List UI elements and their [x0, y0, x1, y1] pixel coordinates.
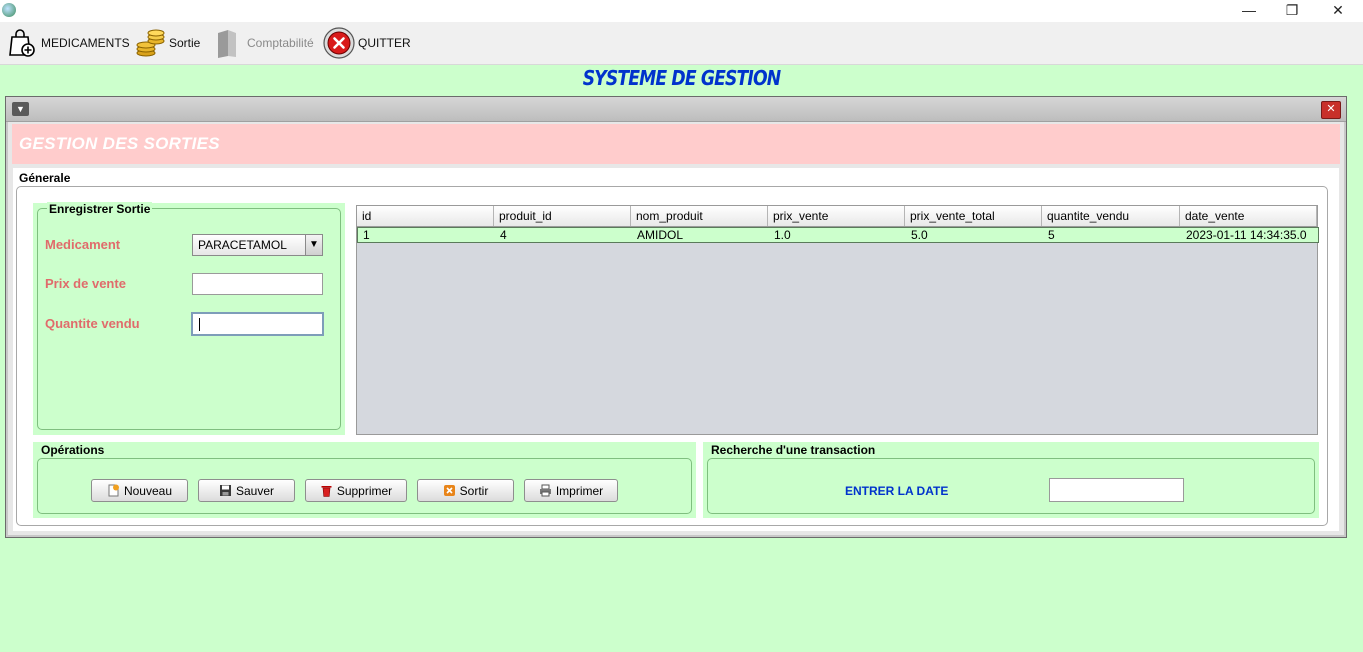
- operations-legend: Opérations: [41, 443, 105, 457]
- supprimer-label: Supprimer: [336, 483, 393, 498]
- column-header-prix-vente-total[interactable]: prix_vente_total: [905, 206, 1042, 226]
- table-cell: 2023-01-11 14:34:35.0: [1186, 228, 1307, 242]
- entry-form-panel: Enregistrer Sortie Medicament PARACETAMO…: [33, 202, 345, 435]
- toolbar-comptabilite-label: Comptabilité: [247, 36, 314, 50]
- table-header: id produit_id nom_produit prix_vente prix_ve…: [357, 206, 1317, 227]
- quantite-input[interactable]: [191, 312, 324, 336]
- table-cell: 1.0: [774, 228, 791, 242]
- table-cell: 5.0: [911, 228, 928, 242]
- sauver-button[interactable]: Sauver: [198, 479, 295, 502]
- new-icon: [108, 484, 119, 497]
- toolbar-medicaments-button[interactable]: MEDICAMENTS: [6, 28, 130, 58]
- app-title: SYSTEME DE GESTION: [582, 66, 781, 90]
- imprimer-button[interactable]: Imprimer: [524, 479, 618, 502]
- medicine-bag-icon: [9, 29, 35, 57]
- quantite-label: Quantite vendu: [45, 316, 140, 331]
- internal-frame-header: ▼ ✕: [6, 97, 1346, 122]
- ledger-icon: [218, 30, 236, 58]
- restore-button[interactable]: ❐: [1269, 0, 1315, 22]
- supprimer-button[interactable]: Supprimer: [305, 479, 407, 502]
- chevron-down-icon[interactable]: ▼: [305, 235, 322, 255]
- column-header-date-vente[interactable]: date_vente: [1180, 206, 1317, 226]
- medicament-select[interactable]: PARACETAMOL ▼: [192, 234, 323, 256]
- internal-frame: ▼ ✕ GESTION DES SORTIES Génerale Enregis…: [5, 96, 1347, 538]
- toolbar-quitter-label: QUITTER: [358, 36, 411, 50]
- toolbar-comptabilite-button[interactable]: Comptabilité: [212, 28, 314, 58]
- save-icon: [219, 485, 231, 496]
- nouveau-button[interactable]: Nouveau: [91, 479, 188, 502]
- column-header-id[interactable]: id: [357, 206, 494, 226]
- sauver-label: Sauver: [235, 483, 275, 498]
- toolbar-sortie-label: Sortie: [169, 36, 201, 50]
- column-header-nom-produit[interactable]: nom_produit: [631, 206, 768, 226]
- prix-label: Prix de vente: [45, 276, 126, 291]
- window-close-button[interactable]: ✕: [1315, 0, 1361, 22]
- imprimer-label: Imprimer: [555, 483, 604, 498]
- table-cell: 4: [500, 228, 507, 242]
- toolbar-sortie-button[interactable]: Sortie: [134, 28, 200, 58]
- column-header-produit-id[interactable]: produit_id: [494, 206, 631, 226]
- general-tab-label: Génerale: [19, 171, 71, 185]
- banner-title: GESTION DES SORTIES: [19, 134, 220, 153]
- prix-input[interactable]: [192, 273, 323, 295]
- coins-icon: [136, 29, 165, 57]
- entry-form-legend: Enregistrer Sortie: [47, 202, 153, 216]
- column-header-prix-vente[interactable]: prix_vente: [768, 206, 905, 226]
- table-cell: 5: [1048, 228, 1055, 242]
- toolbar-medicaments-label: MEDICAMENTS: [41, 36, 130, 50]
- minimize-button[interactable]: —: [1226, 0, 1272, 22]
- window-titlebar: — ❐ ✕: [0, 0, 1363, 22]
- printer-icon: [539, 484, 551, 497]
- sortir-button[interactable]: Sortir: [417, 479, 514, 502]
- section-banner: GESTION DES SORTIES: [12, 124, 1340, 164]
- sortir-label: Sortir: [459, 483, 489, 498]
- nouveau-label: Nouveau: [123, 483, 173, 498]
- search-date-input[interactable]: [1049, 478, 1184, 502]
- quit-icon: [323, 27, 355, 59]
- frame-close-button[interactable]: ✕: [1321, 101, 1341, 119]
- trash-icon: [321, 486, 332, 497]
- medicament-label: Medicament: [45, 237, 121, 252]
- search-panel: Recherche d'une transaction ENTRER LA DA…: [703, 442, 1319, 518]
- search-legend: Recherche d'une transaction: [711, 443, 876, 457]
- content-area: Génerale Enregistrer Sortie Medicament P…: [13, 168, 1339, 531]
- table-cell: AMIDOL: [637, 228, 684, 242]
- search-fieldset: [707, 458, 1315, 514]
- main-toolbar: MEDICAMENTS Sortie Comptabilité QUITTER: [0, 22, 1363, 65]
- general-panel: Enregistrer Sortie Medicament PARACETAMO…: [16, 186, 1328, 526]
- medicament-selected-value: PARACETAMOL: [198, 238, 287, 252]
- sorties-table[interactable]: id produit_id nom_produit prix_vente prix_ve…: [356, 205, 1319, 435]
- table-row[interactable]: 1 4 AMIDOL 1.0 5.0 5 2023-01-11 14:34:35.0: [357, 227, 1319, 243]
- table-cell: 1: [363, 228, 370, 242]
- text-caret: [199, 318, 200, 331]
- operations-panel: Opérations Nouveau Sauver Supprimer Sort…: [33, 442, 696, 518]
- search-date-label: ENTRER LA DATE: [845, 484, 949, 498]
- exit-icon: [443, 485, 455, 496]
- toolbar-quitter-button[interactable]: QUITTER: [323, 27, 411, 59]
- column-header-quantite-vendu[interactable]: quantite_vendu: [1042, 206, 1180, 226]
- app-icon: [2, 3, 16, 17]
- frame-menu-button[interactable]: ▼: [12, 102, 29, 116]
